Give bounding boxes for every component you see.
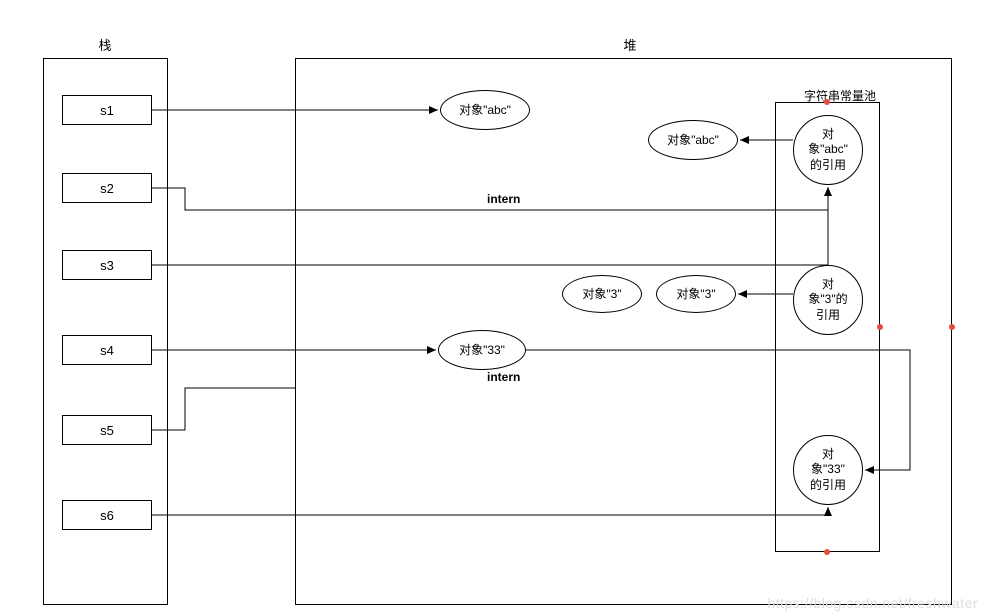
obj-3-b: 对象"3" — [656, 275, 736, 313]
pool-dot-bottom — [824, 549, 830, 555]
pool-dot-top — [824, 99, 830, 105]
watermark: https://blog.csdn.net/freshwater — [767, 595, 978, 611]
heap-dot-right — [949, 324, 955, 330]
var-s6-label: s6 — [100, 508, 114, 523]
var-s1: s1 — [62, 95, 152, 125]
obj-abc-1: 对象"abc" — [440, 90, 530, 130]
ref-33: 对 象"33" 的引用 — [793, 435, 863, 505]
var-s4: s4 — [62, 335, 152, 365]
obj-abc-2: 对象"abc" — [648, 120, 738, 160]
pool-dot-right — [877, 324, 883, 330]
var-s6: s6 — [62, 500, 152, 530]
obj-33: 对象"33" — [438, 330, 526, 370]
ref-3: 对 象"3"的 引用 — [793, 265, 863, 335]
stack-title: 栈 — [85, 35, 125, 54]
intern-label-1: intern — [487, 192, 520, 206]
var-s2-label: s2 — [100, 181, 114, 196]
var-s2: s2 — [62, 173, 152, 203]
heap-title: 堆 — [610, 35, 650, 54]
var-s3: s3 — [62, 250, 152, 280]
var-s3-label: s3 — [100, 258, 114, 273]
var-s1-label: s1 — [100, 103, 114, 118]
var-s5-label: s5 — [100, 423, 114, 438]
intern-label-2: intern — [487, 370, 520, 384]
ref-abc: 对 象"abc" 的引用 — [793, 115, 863, 185]
obj-3-a: 对象"3" — [562, 275, 642, 313]
var-s4-label: s4 — [100, 343, 114, 358]
var-s5: s5 — [62, 415, 152, 445]
